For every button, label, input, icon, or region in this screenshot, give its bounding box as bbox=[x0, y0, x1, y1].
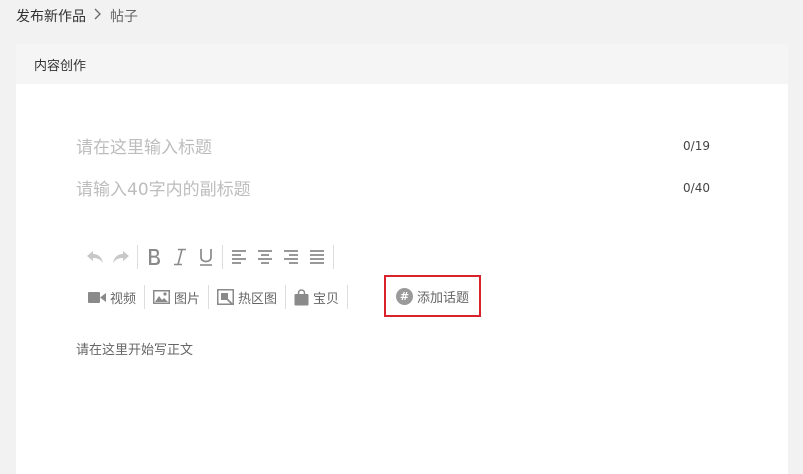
align-center-icon[interactable] bbox=[252, 244, 278, 270]
format-toolbar bbox=[82, 244, 337, 270]
panel-title: 内容创作 bbox=[34, 58, 87, 74]
title-input[interactable]: 请在这里输入标题 bbox=[76, 133, 212, 158]
insert-video-button[interactable]: 视频 bbox=[82, 284, 142, 310]
body-editor[interactable]: 请在这里开始写正文 bbox=[76, 339, 193, 358]
toolbar-divider bbox=[333, 245, 334, 269]
align-right-icon[interactable] bbox=[278, 244, 304, 270]
title-char-count: 0/19 bbox=[683, 138, 710, 153]
insert-video-label: 视频 bbox=[110, 291, 137, 307]
toolbar-divider bbox=[137, 245, 138, 269]
add-topic-label: 添加话题 bbox=[416, 290, 469, 306]
insert-product-button[interactable]: 宝贝 bbox=[288, 284, 345, 310]
insert-hotspot-button[interactable]: 热区图 bbox=[211, 284, 283, 310]
shopping-bag-icon bbox=[294, 288, 309, 305]
image-icon bbox=[153, 290, 171, 304]
subtitle-field[interactable]: 请输入40字内的副标题 0/40 bbox=[76, 175, 710, 200]
video-icon bbox=[88, 291, 106, 303]
underline-icon[interactable] bbox=[193, 244, 219, 270]
breadcrumb-current: 帖子 bbox=[110, 9, 138, 25]
insert-hotspot-label: 热区图 bbox=[238, 291, 278, 307]
undo-icon[interactable] bbox=[82, 244, 108, 270]
title-field[interactable]: 请在这里输入标题 0/19 bbox=[76, 133, 710, 158]
subtitle-char-count: 0/40 bbox=[683, 180, 710, 195]
insert-product-label: 宝贝 bbox=[313, 291, 340, 307]
align-left-icon[interactable] bbox=[226, 244, 252, 270]
panel-header: 内容创作 bbox=[16, 44, 788, 84]
bold-icon[interactable] bbox=[141, 244, 167, 270]
hashtag-icon: # bbox=[395, 287, 413, 305]
toolbar-divider bbox=[144, 285, 146, 309]
toolbar-divider bbox=[222, 245, 223, 269]
add-topic-button[interactable]: # 添加话题 bbox=[384, 275, 481, 317]
hotspot-image-icon bbox=[217, 289, 235, 305]
redo-icon[interactable] bbox=[108, 244, 134, 270]
insert-image-label: 图片 bbox=[174, 291, 201, 307]
content-panel: 内容创作 请在这里输入标题 0/19 请输入40字内的副标题 0/40 视频 图… bbox=[16, 44, 788, 474]
toolbar-divider bbox=[208, 285, 210, 309]
subtitle-input[interactable]: 请输入40字内的副标题 bbox=[76, 175, 251, 200]
insert-image-button[interactable]: 图片 bbox=[147, 284, 206, 310]
chevron-right-icon bbox=[94, 8, 102, 24]
italic-icon[interactable] bbox=[167, 244, 193, 270]
breadcrumb-parent[interactable]: 发布新作品 bbox=[16, 6, 86, 26]
toolbar-divider bbox=[347, 285, 349, 309]
align-justify-icon[interactable] bbox=[304, 244, 330, 270]
insert-toolbar: 视频 图片 热区图 宝贝 bbox=[82, 284, 350, 310]
breadcrumb: 发布新作品 帖子 bbox=[16, 6, 138, 26]
toolbar-divider bbox=[285, 285, 287, 309]
